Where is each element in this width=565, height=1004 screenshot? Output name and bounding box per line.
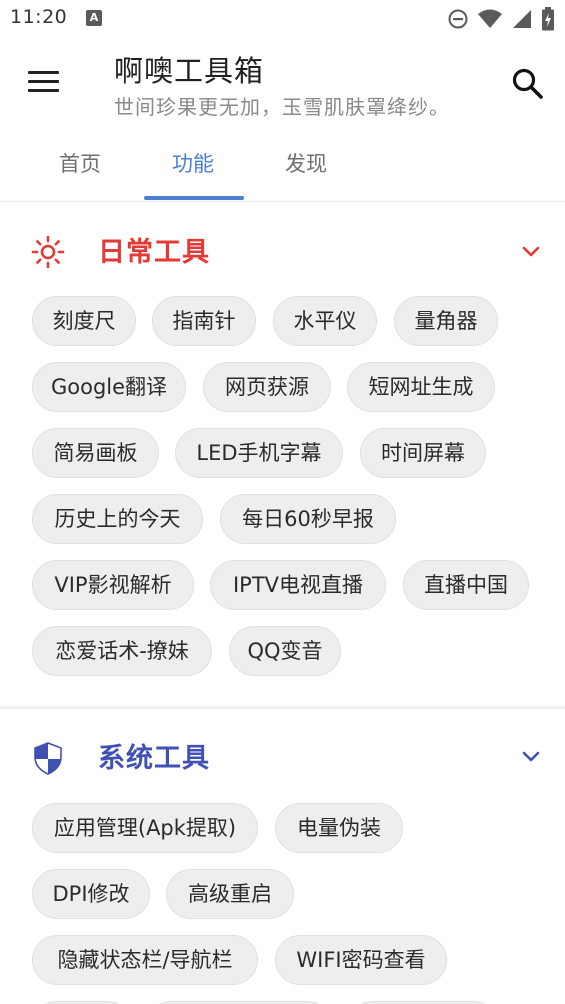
tab-home[interactable]: 首页	[59, 148, 101, 178]
chip-led-subtitle[interactable]: LED手机字幕	[175, 428, 343, 478]
tab-discover[interactable]: 发现	[285, 148, 327, 178]
chip-love-talk[interactable]: 恋爱话术-撩妹	[32, 626, 212, 676]
app-bar: 啊噢工具箱 世间珍果更无加，玉雪肌肤罩绛纱。	[0, 38, 565, 130]
section-header-daily[interactable]: 日常工具	[0, 215, 565, 285]
chip-history-today[interactable]: 历史上的今天	[32, 494, 203, 544]
menu-icon[interactable]	[22, 63, 66, 99]
tab-bar: 首页 功能 发现	[0, 130, 565, 202]
wifi-icon	[478, 9, 502, 28]
chip-google-translate[interactable]: Google翻译	[32, 362, 186, 412]
chip-iptv[interactable]: IPTV电视直播	[210, 560, 386, 610]
chip-time-screen[interactable]: 时间屏幕	[360, 428, 486, 478]
chip-live-china[interactable]: 直播中国	[403, 560, 529, 610]
chip-vip-video[interactable]: VIP影视解析	[32, 560, 194, 610]
do-not-disturb-icon	[448, 9, 468, 29]
chevron-down-icon[interactable]	[520, 243, 542, 259]
section-divider	[0, 706, 565, 709]
chip-app-manager[interactable]: 应用管理(Apk提取)	[32, 803, 258, 853]
status-time: 11:20	[10, 6, 68, 28]
signal-icon	[513, 10, 531, 28]
status-icons	[447, 7, 555, 31]
chip-short-url[interactable]: 短网址生成	[347, 362, 495, 412]
chip-protractor[interactable]: 量角器	[394, 296, 498, 346]
chip-hide-bars[interactable]: 隐藏状态栏/导航栏	[32, 935, 258, 985]
battery-charging-icon	[542, 7, 554, 31]
chip-advanced-reboot[interactable]: 高级重启	[166, 869, 294, 919]
section-daily-tools: 日常工具 刻度尺 指南针 水平仪 量角器 Google翻译 网页获源 短网址生成…	[0, 215, 565, 705]
chip-ruler[interactable]: 刻度尺	[32, 296, 136, 346]
section-header-system[interactable]: 系统工具	[0, 721, 565, 791]
chip-qq-voice[interactable]: QQ变音	[229, 626, 341, 676]
chip-web-source[interactable]: 网页获源	[203, 362, 331, 412]
chip-dpi-modify[interactable]: DPI修改	[32, 869, 150, 919]
section-title-daily: 日常工具	[98, 237, 210, 268]
tab-indicator	[144, 196, 244, 200]
status-bar: 11:20 A	[0, 0, 565, 38]
chip-compass[interactable]: 指南针	[152, 296, 256, 346]
sun-icon	[31, 235, 65, 269]
chip-daily-news[interactable]: 每日60秒早报	[220, 494, 396, 544]
chip-level[interactable]: 水平仪	[273, 296, 377, 346]
chip-wifi-password[interactable]: WIFI密码查看	[275, 935, 447, 985]
section-title-system: 系统工具	[98, 743, 210, 774]
app-title: 啊噢工具箱	[114, 54, 265, 88]
section-system-tools: 系统工具 应用管理(Apk提取) 电量伪装 DPI修改 高级重启 隐藏状态栏/导…	[0, 721, 565, 1004]
chip-drawing-board[interactable]: 简易画板	[32, 428, 159, 478]
app-subtitle: 世间珍果更无加，玉雪肌肤罩绛纱。	[114, 95, 450, 119]
a-notification-icon: A	[86, 10, 102, 26]
chip-battery-fake[interactable]: 电量伪装	[275, 803, 403, 853]
shield-icon	[34, 742, 62, 775]
search-icon[interactable]	[508, 64, 548, 104]
chevron-down-icon[interactable]	[520, 749, 542, 765]
tab-functions[interactable]: 功能	[172, 148, 214, 178]
